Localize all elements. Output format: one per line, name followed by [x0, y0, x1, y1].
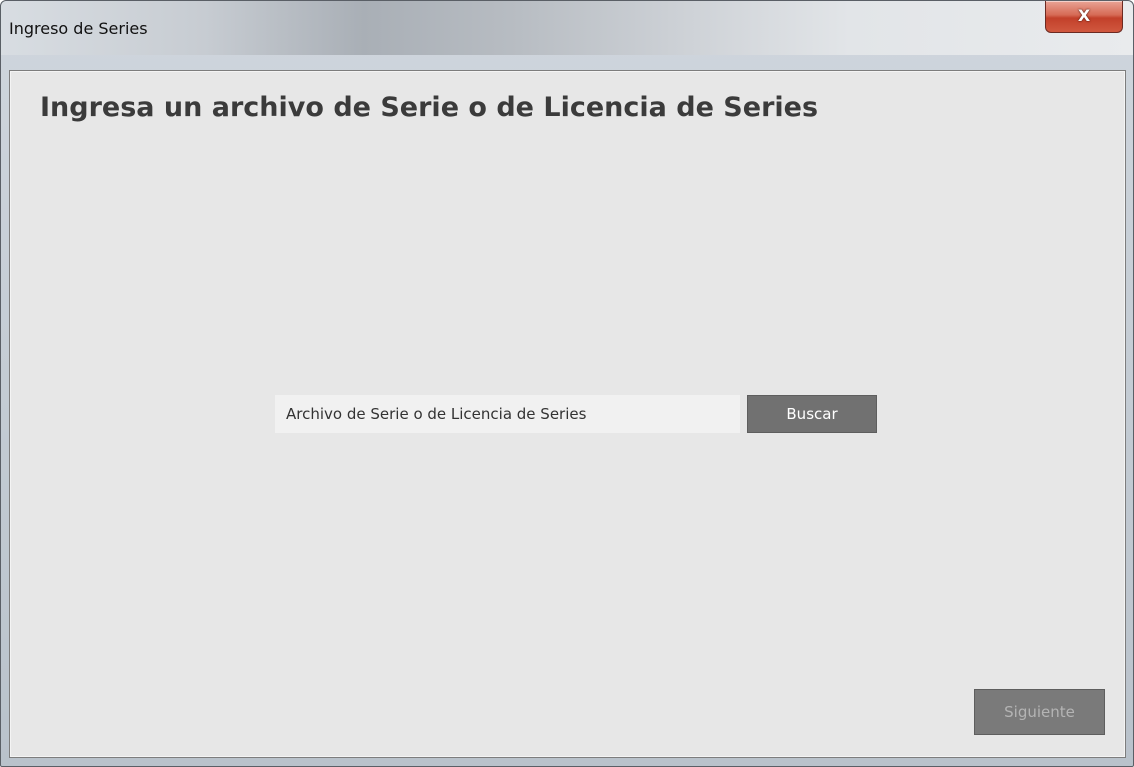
browse-button[interactable]: Buscar	[747, 395, 877, 433]
file-path-input[interactable]	[275, 395, 740, 433]
page-title: Ingresa un archivo de Serie o de Licenci…	[40, 92, 819, 123]
close-button[interactable]: X	[1045, 1, 1123, 33]
next-button[interactable]: Siguiente	[974, 689, 1105, 735]
title-bar[interactable]: Ingreso de Series X	[1, 1, 1133, 55]
app-window: Ingreso de Series X Ingresa un archivo d…	[0, 0, 1134, 767]
dialog-body: Ingresa un archivo de Serie o de Licenci…	[9, 70, 1126, 758]
window-title: Ingreso de Series	[9, 19, 148, 38]
close-icon: X	[1077, 6, 1091, 25]
